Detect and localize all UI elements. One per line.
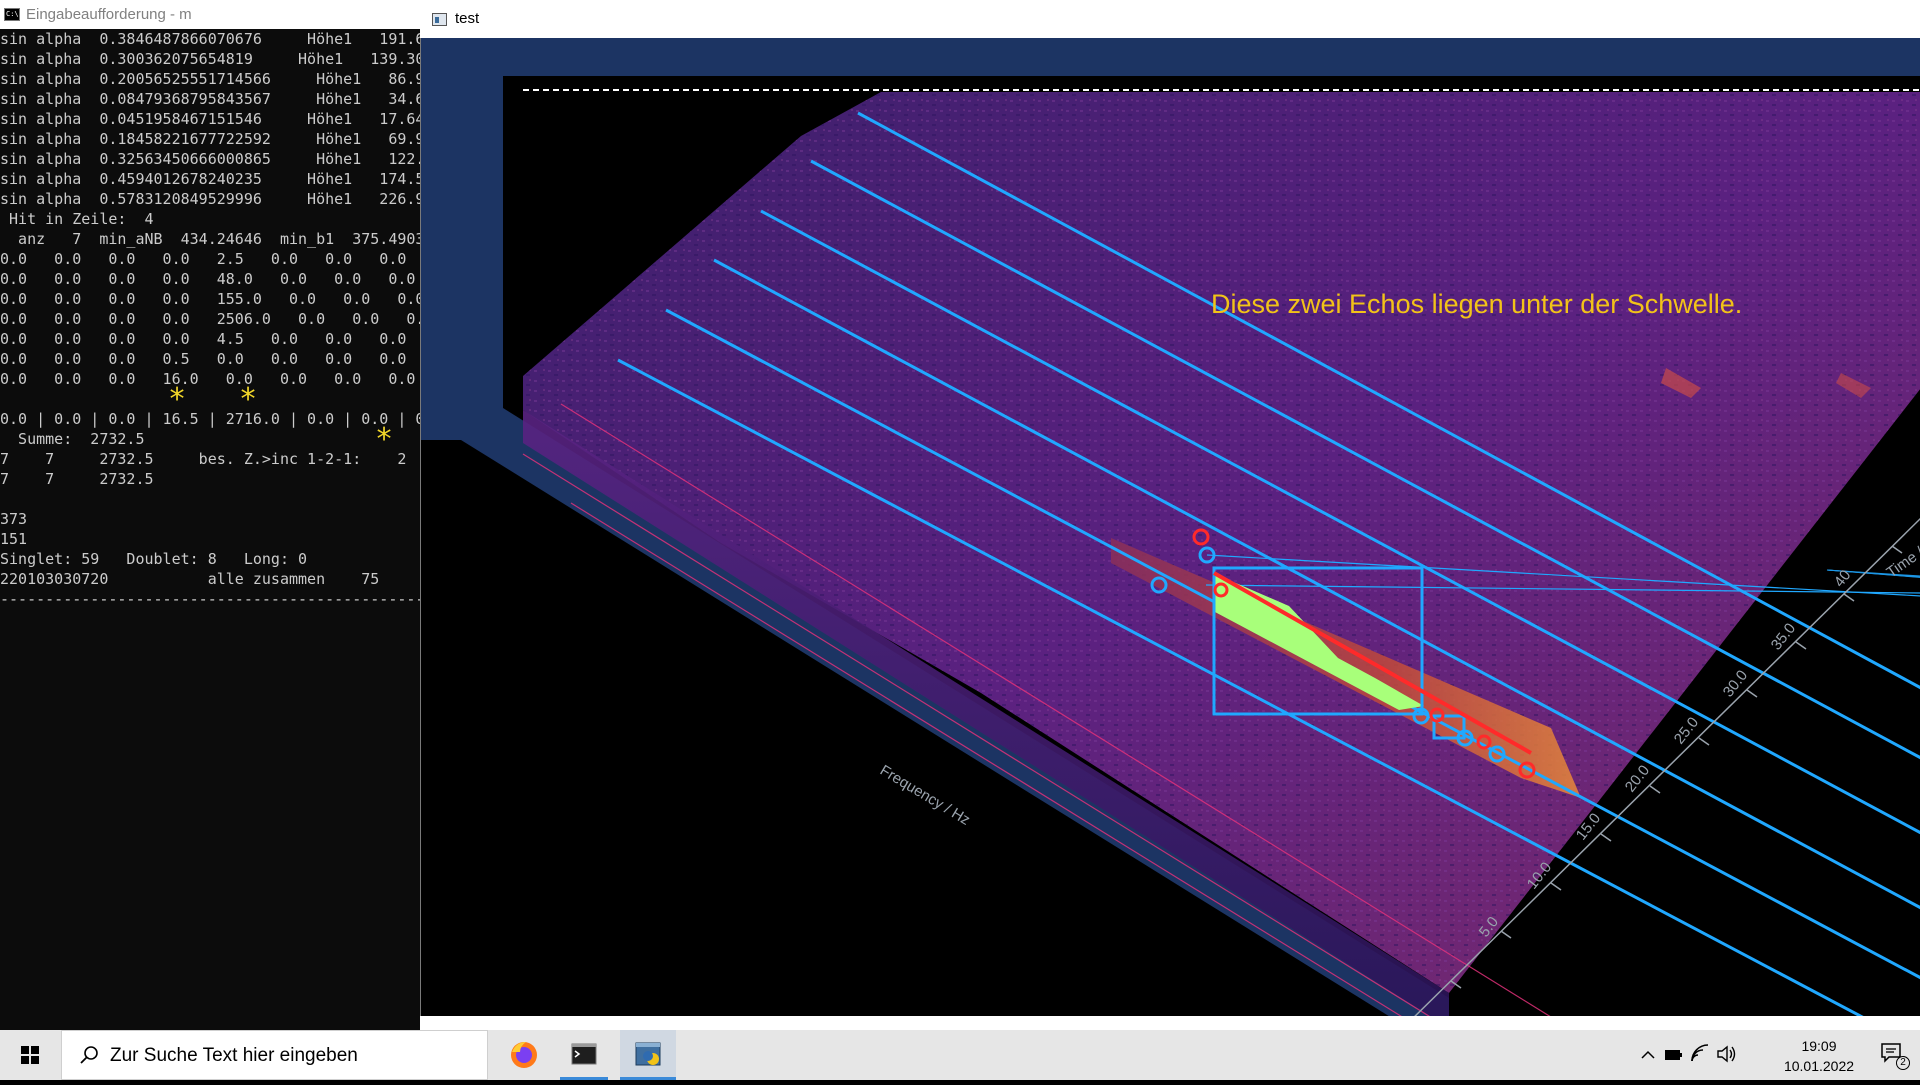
console-line: 7 7 2732.5 bes. Z.>inc 1-2-1: 2 [0, 450, 407, 468]
plot-window-title: test [455, 10, 480, 27]
console-line: 0.0 0.0 0.0 0.0 4.5 0.0 0.0 0.0 [0, 330, 407, 348]
console-star-marker: * [239, 382, 258, 417]
console-line: Hit in Zeile: 4 [0, 210, 154, 228]
console-line: 0.0 0.0 0.0 0.0 48.0 0.0 0.0 0.0 [0, 270, 416, 288]
notification-center-button[interactable]: 2 [1880, 1042, 1910, 1070]
wifi-icon[interactable] [1690, 1044, 1710, 1064]
clock-date: 10.01.2022 [1783, 1058, 1855, 1074]
console-line: Summe: 2732.5 [0, 430, 145, 448]
battery-icon[interactable] [1664, 1046, 1684, 1064]
console-title-bar[interactable]: Eingabeaufforderung - m [0, 0, 422, 29]
console-window-title: Eingabeaufforderung - m [26, 6, 192, 23]
console-line: 0.0 0.0 0.0 0.0 2506.0 0.0 0.0 0. [0, 310, 422, 328]
system-tray: 19:09 10.01.2022 2 [1620, 1030, 1920, 1080]
volume-icon[interactable] [1716, 1044, 1738, 1064]
spectrogram-3d-view[interactable]: 5.0 10.0 15.0 20.0 25.0 30.0 35.0 40 Tim… [421, 38, 1920, 1016]
command-prompt-icon [571, 1043, 597, 1065]
console-star-marker: * [375, 422, 394, 457]
console-line: 0.0 | 0.0 | 0.0 | 16.5 | 2716.0 | 0.0 | … [0, 410, 422, 428]
console-line: 220103030720 alle zusammen 75 [0, 570, 380, 588]
console-line: sin alpha 0.32563450666000865 Höhe1 122. [0, 150, 422, 168]
console-star-marker: * [168, 382, 187, 417]
taskbar-app-command-prompt[interactable] [560, 1030, 608, 1080]
console-line: sin alpha 0.3846487866070676 Höhe1 191.6 [0, 30, 422, 48]
console-line: 7 7 2732.5 [0, 470, 154, 488]
frequency-axis-label: Frequency / Hz [877, 762, 973, 829]
taskbar-clock[interactable]: 19:09 10.01.2022 [1774, 1036, 1864, 1076]
console-line: sin alpha 0.0451958467151546 Höhe1 17.64 [0, 110, 422, 128]
start-button[interactable] [0, 1030, 60, 1080]
console-line: 151 [0, 530, 28, 548]
console-app-icon [4, 8, 20, 21]
time-tick-label: 30.0 [1720, 667, 1751, 700]
console-line: 0.0 0.0 0.0 0.0 2.5 0.0 0.0 0.0 [0, 250, 407, 268]
console-line: 0.0 0.0 0.0 0.5 0.0 0.0 0.0 0.0 [0, 350, 407, 368]
taskbar-search-box[interactable]: Zur Suche Text hier eingeben [61, 1030, 488, 1080]
console-line: sin alpha 0.20056525551714566 Höhe1 86.9 [0, 70, 422, 88]
console-separator: ----------------------------------------… [0, 590, 422, 608]
notification-count-badge: 2 [1896, 1056, 1910, 1070]
plot-canvas[interactable]: 5.0 10.0 15.0 20.0 25.0 30.0 35.0 40 Tim… [420, 38, 1920, 1016]
time-tick-label: 25.0 [1671, 714, 1702, 747]
console-line: sin alpha 0.4594012678240235 Höhe1 174.5 [0, 170, 422, 188]
console-line: 0.0 0.0 0.0 16.0 0.0 0.0 0.0 0.0 [0, 370, 416, 388]
firefox-icon [511, 1042, 537, 1068]
console-line: 373 [0, 510, 28, 528]
search-placeholder: Zur Suche Text hier eingeben [110, 1045, 358, 1066]
taskbar-app-python[interactable] [620, 1030, 676, 1080]
console-line: sin alpha 0.18458221677722592 Höhe1 69.9 [0, 130, 422, 148]
plot-window-icon [432, 13, 447, 26]
windows-logo-icon [21, 1046, 39, 1064]
time-tick-label: 35.0 [1768, 620, 1799, 653]
time-tick-label: 20.0 [1622, 762, 1653, 795]
taskbar: Zur Suche Text hier eingeben 19:09 10.01… [0, 1030, 1920, 1080]
console-window[interactable]: Eingabeaufforderung - m sin alpha 0.3846… [0, 0, 422, 1030]
search-icon [80, 1046, 98, 1064]
console-line: sin alpha 0.5783120849529996 Höhe1 226.9 [0, 190, 422, 208]
plot-window[interactable]: test 5.0 10.0 15.0 20.0 25.0 30.0 35.0 4… [420, 0, 1920, 1030]
python-app-icon [635, 1042, 661, 1066]
console-line: sin alpha 0.300362075654819 Höhe1 139.30 [0, 50, 422, 68]
taskbar-app-firefox[interactable] [500, 1030, 548, 1080]
console-line: 0.0 0.0 0.0 0.0 155.0 0.0 0.0 0.0 [0, 290, 422, 308]
clock-time: 19:09 [1801, 1038, 1837, 1054]
console-line: Singlet: 59 Doublet: 8 Long: 0 [0, 550, 308, 568]
plot-annotation: Diese zwei Echos liegen unter der Schwel… [1211, 289, 1742, 319]
console-line: sin alpha 0.08479368795843567 Höhe1 34.6 [0, 90, 422, 108]
chevron-up-icon[interactable] [1640, 1047, 1656, 1063]
console-line: anz 7 min_aNB 434.24646 min_b1 375.4903 [0, 230, 422, 248]
plot-title-bar[interactable]: test [420, 0, 1920, 38]
